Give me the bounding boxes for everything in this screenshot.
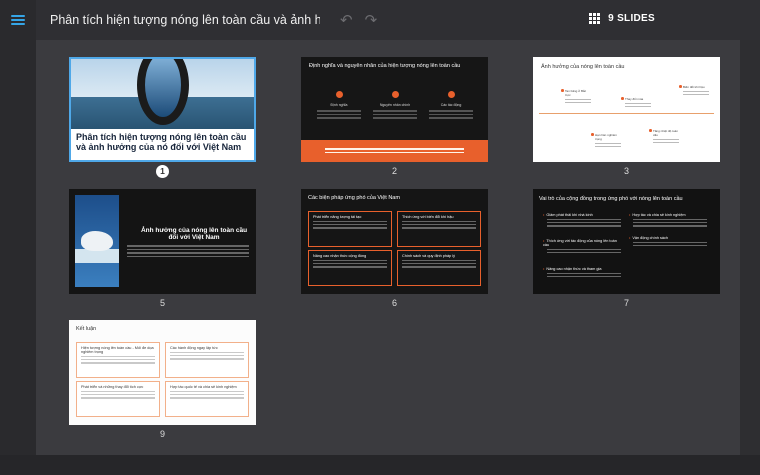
slide-title: Định nghĩa và nguyên nhân của hiện tượng… [309, 63, 461, 69]
conclusion-card: Phát triển và những thay đổi tích cực [76, 381, 160, 417]
slide-thumbnail-6[interactable]: Các biện pháp ứng phó của Việt Nam Phát … [301, 189, 488, 294]
right-side-panel [740, 40, 760, 455]
slide-title-box: Phân tích hiện tượng nóng lên toàn cầu v… [71, 129, 254, 160]
slide-title: Vai trò của cộng đồng trong ứng phó với … [539, 196, 683, 202]
column-definition: Định nghĩa [313, 91, 365, 121]
slide-number-5: 5 [159, 298, 165, 308]
timeline-axis [539, 113, 714, 114]
slide-thumbnail-1[interactable]: Phân tích hiện tượng nóng lên toàn cầu v… [69, 57, 256, 162]
slide-thumbnail-9[interactable]: Kết luận Hiện tượng nóng lên toàn cầu - … [69, 320, 256, 425]
slide-title: Các biện pháp ứng phó của Việt Nam [308, 195, 400, 201]
measure-card: Phát triển năng lượng tái tạo [308, 211, 392, 247]
column-title: Định nghĩa [330, 103, 348, 107]
column-causes: Nguyên nhân chính [369, 91, 421, 121]
role-item: Thích ứng với tác động của nóng lên toàn… [543, 239, 621, 254]
warning-icon [447, 91, 455, 98]
slide-title: Kết luận [76, 326, 97, 332]
slide-number-2: 2 [391, 166, 397, 176]
timeline-node: Tan băng ở Bắc Cực [561, 89, 591, 103]
factory-icon [391, 91, 399, 98]
measure-card: Thích ứng với biến đổi khí hậu [397, 211, 481, 247]
slide-number-7: 7 [623, 298, 629, 308]
slide-title: Ảnh hưởng của nóng lên toàn cầu [541, 64, 625, 70]
column-impacts: Các tác động [425, 91, 477, 121]
presentation-title[interactable]: Phân tích hiện tượng nóng lên toàn cầu v… [50, 13, 320, 27]
measure-card: Chính sách và quy định pháp lý [397, 250, 481, 286]
orange-footer-band [301, 140, 488, 162]
slide-title: Ảnh hưởng của nóng lên toàn cầu đối với … [140, 227, 248, 241]
undo-icon[interactable]: ↶ [340, 11, 353, 29]
slide-thumbnail-2[interactable]: Định nghĩa và nguyên nhân của hiện tượng… [301, 57, 488, 162]
slide-number-1: 1 [69, 165, 256, 178]
bottom-bar [0, 455, 760, 475]
conclusion-card: Hợp tác quốc tế và chia sẻ kinh nghiệm [165, 381, 249, 417]
grid-icon [589, 13, 601, 24]
slide-number-badge: 1 [156, 165, 169, 178]
timeline-node: Thay đổi mùa [621, 97, 651, 107]
column-title: Các tác động [440, 103, 462, 107]
slide-title: Phân tích hiện tượng nóng lên toàn cầu v… [76, 132, 247, 152]
slide-number-9: 9 [159, 429, 165, 439]
slide-number-6: 6 [391, 298, 397, 308]
timeline-node: Tăng nhiệt độ toàn cầu [649, 129, 679, 143]
conclusion-card: Hiện tượng nóng lên toàn cầu - Mối đe dọ… [76, 342, 160, 378]
conclusion-card: Các hành động ngay lập tức [165, 342, 249, 378]
slides-count-label: 9 SLIDES [608, 13, 655, 24]
role-item: Hợp tác và chia sẻ kinh nghiệm [629, 213, 707, 227]
redo-icon[interactable]: ↷ [365, 11, 378, 29]
slide-thumbnail-5[interactable]: Ảnh hưởng của nóng lên toàn cầu đối với … [69, 189, 256, 294]
slide-thumbnail-3[interactable]: Ảnh hưởng của nóng lên toàn cầu Tan băng… [533, 57, 720, 162]
polar-bear-image [75, 195, 119, 287]
slide-thumbnail-7[interactable]: Vai trò của cộng đồng trong ứng phó với … [533, 189, 720, 294]
sun-icon [335, 91, 343, 98]
hamburger-menu-icon [11, 15, 25, 25]
role-item: Giảm phát thải khí nhà kính [543, 213, 621, 227]
timeline-node: Hạn hán nghiêm trọng [591, 133, 621, 147]
slides-count-button[interactable]: 9 SLIDES [589, 13, 655, 24]
column-title: Nguyên nhân chính [379, 103, 411, 107]
role-item: Nâng cao nhận thức và tham gia [543, 267, 621, 278]
menu-button[interactable] [0, 0, 36, 40]
left-sidebar-rail [0, 0, 36, 475]
measure-card: Nâng cao nhận thức cộng đồng [308, 250, 392, 286]
role-item: Vận động chính sách [629, 236, 707, 247]
slide-number-3: 3 [623, 166, 629, 176]
timeline-node: Biến đổi khí hậu [679, 85, 709, 95]
